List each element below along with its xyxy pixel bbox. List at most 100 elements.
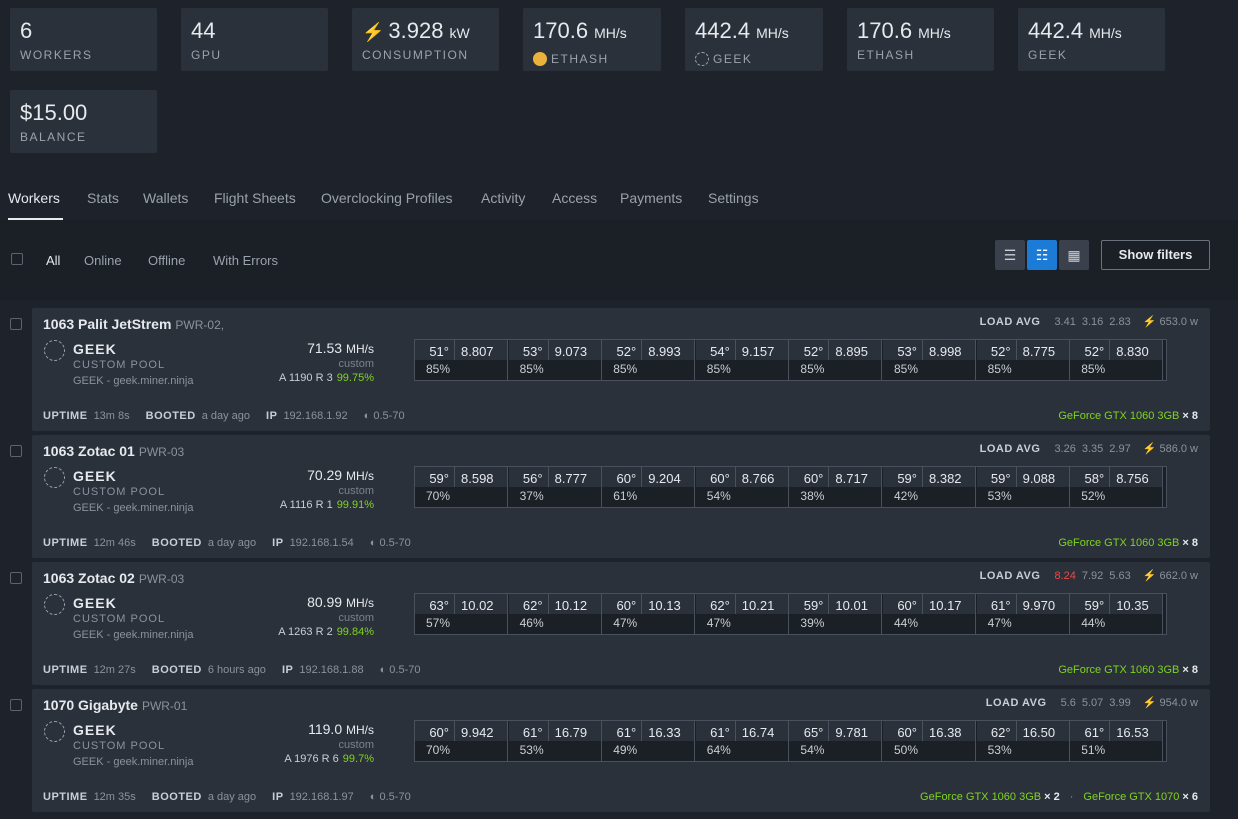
gpu-temperature: 62°	[990, 725, 1011, 740]
gpu-cell[interactable]: 61° 16.33 49%	[602, 721, 696, 761]
show-filters-button[interactable]: Show filters	[1101, 240, 1210, 270]
gpu-fan-speed: 57%	[426, 616, 451, 630]
gpu-cell[interactable]: 62° 16.50 53%	[976, 721, 1070, 761]
gpu-cell[interactable]: 51° 8.807 85%	[415, 340, 508, 380]
gpu-temperature: 54°	[710, 344, 730, 359]
gpu-cell[interactable]: 60° 10.13 47%	[602, 594, 696, 634]
tab-stats[interactable]: Stats	[87, 190, 119, 206]
shares-stats: A 1976 R 6 99.7%	[284, 753, 374, 765]
worker-name[interactable]: 1063 Zotac 01 PWR-03	[43, 443, 184, 459]
gpu-cell[interactable]: 52° 8.993 85%	[602, 340, 696, 380]
gpu-hashrate: 9.942	[461, 725, 494, 740]
worker-card[interactable]: 1063 Palit JetStrem PWR-02, GEEK CUSTOM POO…	[10, 308, 1210, 431]
worker-checkbox[interactable]	[10, 445, 22, 457]
gpu-cell[interactable]: 52° 8.830 85%	[1070, 340, 1164, 380]
gpu-cell[interactable]: 60° 8.717 38%	[789, 467, 883, 507]
stat-value: $15.00	[20, 100, 87, 126]
filter-all[interactable]: All	[46, 253, 60, 268]
gpu-cell[interactable]: 63° 10.02 57%	[415, 594, 508, 634]
filter-offline[interactable]: Offline	[148, 253, 185, 268]
tab-activity[interactable]: Activity	[481, 190, 525, 206]
worker-name[interactable]: 1070 Gigabyte PWR-01	[43, 697, 187, 713]
gpu-cell[interactable]: 59° 10.35 44%	[1070, 594, 1164, 634]
gpu-cell-divider	[828, 467, 830, 487]
tab-access[interactable]: Access	[552, 190, 597, 206]
worker-footer: UPTIME 13m 8s BOOTED a day ago IP 192.168.1.9…	[43, 410, 405, 422]
gpu-temperature: 58°	[1084, 471, 1105, 486]
booted-label: BOOTED	[151, 537, 202, 549]
gpu-cell[interactable]: 61° 16.53 51%	[1070, 721, 1164, 761]
tab-settings[interactable]: Settings	[708, 190, 759, 206]
gpu-cell[interactable]: 59° 9.088 53%	[976, 467, 1070, 507]
gpu-cell[interactable]: 60° 9.204 61%	[602, 467, 696, 507]
worker-name[interactable]: 1063 Zotac 02 PWR-03	[43, 570, 184, 586]
worker-checkbox[interactable]	[10, 572, 22, 584]
coin-name: GEEK	[73, 722, 117, 738]
filter-online[interactable]: Online	[84, 253, 122, 268]
gpu-cell[interactable]: 56° 8.777 37%	[508, 467, 602, 507]
worker-card[interactable]: 1063 Zotac 02 PWR-03 GEEK CUSTOM POOL GEEK -…	[10, 562, 1210, 685]
gpu-models: GeForce GTX 1060 3GB × 8	[1058, 410, 1198, 422]
gpu-cell[interactable]: 65° 9.781 54%	[789, 721, 883, 761]
tab-wallets[interactable]: Wallets	[143, 190, 188, 206]
stat-value: 442.4 MH/s	[1028, 18, 1122, 44]
gpu-fan-speed: 53%	[519, 743, 544, 757]
gpu-cell[interactable]: 60° 16.38 50%	[883, 721, 976, 761]
gpu-cell[interactable]: 61° 16.74 64%	[695, 721, 789, 761]
gpu-cell-divider	[641, 340, 643, 360]
gpu-model-count: × 8	[1182, 537, 1198, 549]
gpu-cell[interactable]: 58° 8.756 52%	[1070, 467, 1164, 507]
booted-value: a day ago	[201, 410, 251, 422]
gpu-cell[interactable]: 54° 9.157 85%	[695, 340, 789, 380]
filter-with-errors[interactable]: With Errors	[213, 253, 278, 268]
gpu-cell[interactable]: 53° 8.998 85%	[883, 340, 976, 380]
gpu-model-name: GeForce GTX 1060 3GB	[1058, 537, 1180, 549]
gpu-cell[interactable]: 60° 9.942 70%	[415, 721, 508, 761]
gpu-cell[interactable]: 52° 8.895 85%	[789, 340, 883, 380]
worker-checkbox[interactable]	[10, 699, 22, 711]
tab-overclocking-profiles[interactable]: Overclocking Profiles	[321, 190, 453, 206]
worker-footer: UPTIME 12m 46s BOOTED a day ago IP 192.168.1.…	[43, 537, 411, 549]
gpu-cell[interactable]: 52° 8.775 85%	[976, 340, 1070, 380]
gpu-fan-speed: 39%	[800, 616, 825, 630]
accepted-shares: A 1976	[284, 753, 319, 765]
select-all-checkbox[interactable]	[11, 253, 23, 265]
gpu-hashrate: 9.781	[835, 725, 868, 740]
gpu-cell[interactable]: 59° 10.01 39%	[789, 594, 883, 634]
gpu-hashrate: 8.717	[835, 471, 868, 486]
gpu-cell[interactable]: 61° 16.79 53%	[508, 721, 602, 761]
gpu-hashrate: 16.53	[1116, 725, 1149, 740]
tab-workers[interactable]: Workers	[8, 190, 60, 206]
tab-payments[interactable]: Payments	[620, 190, 682, 206]
list-view-icon[interactable]: ☰	[995, 240, 1025, 270]
gpu-cell[interactable]: 59° 8.382 42%	[883, 467, 976, 507]
gpu-cell[interactable]: 62° 10.12 46%	[508, 594, 602, 634]
worker-card[interactable]: 1070 Gigabyte PWR-01 GEEK CUSTOM POOL GEEK -…	[10, 689, 1210, 812]
load-value: 5.63	[1109, 570, 1131, 582]
gpu-cell[interactable]: 62° 10.21 47%	[695, 594, 789, 634]
gpu-cell[interactable]: 60° 8.766 54%	[695, 467, 789, 507]
gpu-temperature: 52°	[803, 344, 824, 359]
worker-checkbox[interactable]	[10, 318, 22, 330]
gpu-temperature: 60°	[710, 471, 730, 486]
gpu-cell-divider	[547, 721, 549, 741]
tab-flight-sheets[interactable]: Flight Sheets	[214, 190, 296, 206]
gpu-cell[interactable]: 59° 8.598 70%	[415, 467, 508, 507]
gpu-hashrate: 10.01	[835, 598, 868, 613]
grid-view-icon[interactable]: ▦	[1059, 240, 1089, 270]
gpu-hashrate: 9.204	[648, 471, 681, 486]
hashrate-source: custom	[338, 739, 374, 751]
gpu-cell-divider	[454, 340, 455, 360]
power-value: 662.0 w	[1159, 570, 1198, 582]
gpu-cell[interactable]: 60° 10.17 44%	[883, 594, 976, 634]
worker-name[interactable]: 1063 Palit JetStrem PWR-02,	[43, 316, 224, 332]
gpu-cell[interactable]: 61° 9.970 47%	[976, 594, 1070, 634]
worker-card[interactable]: 1063 Zotac 01 PWR-03 GEEK CUSTOM POOL GEEK -…	[10, 435, 1210, 558]
detailed-view-icon[interactable]: ☷	[1027, 240, 1057, 270]
load-value: 3.41	[1054, 316, 1076, 328]
bolt-icon: ⚡	[1142, 316, 1160, 328]
gpu-cell[interactable]: 53° 9.073 85%	[508, 340, 602, 380]
pool-coin-icon	[44, 721, 65, 742]
booted-label: BOOTED	[151, 791, 202, 803]
stat-number: 170.6	[533, 18, 589, 43]
